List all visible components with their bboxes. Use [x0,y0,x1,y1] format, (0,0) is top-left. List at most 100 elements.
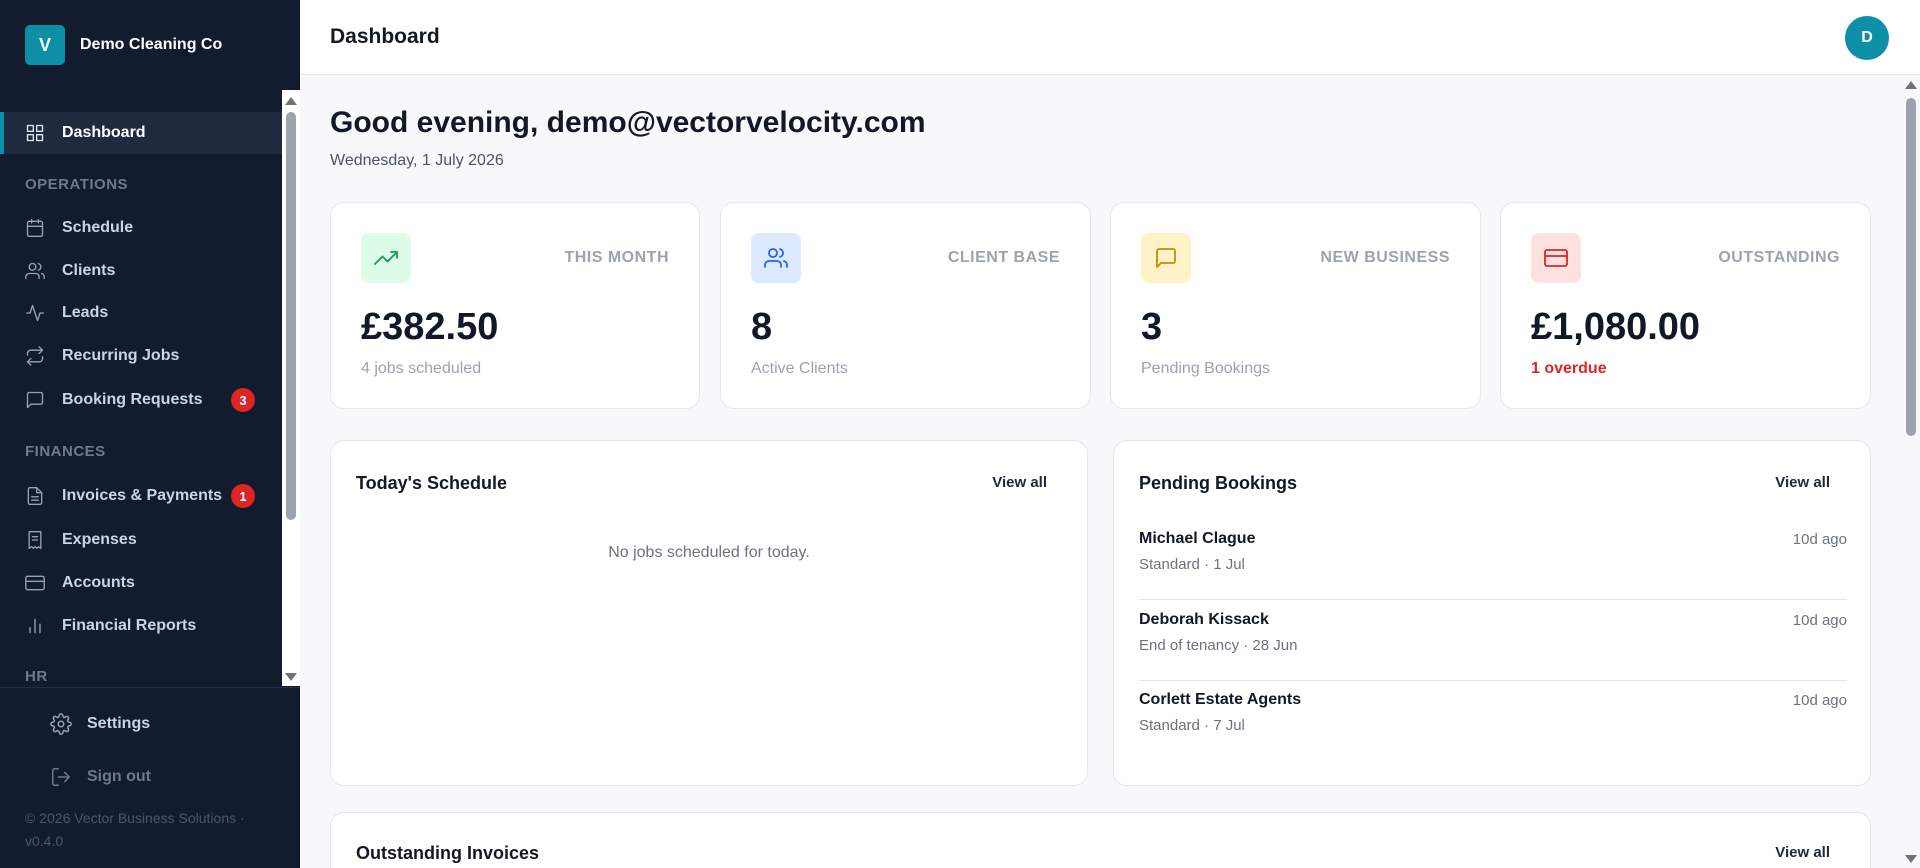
stat-sub: Pending Bookings [1141,360,1270,377]
credit-card-icon [25,575,45,591]
stat-value: £382.50 [361,306,499,348]
message-icon [26,391,44,409]
stat-value: 3 [1141,306,1163,348]
booking-name: Deborah Kissack [1139,611,1269,628]
todays-schedule-panel: Today's Schedule View all No jobs schedu… [330,440,1088,786]
sidebar-item-label: Recurring Jobs [62,347,180,364]
brand-name: Demo Cleaning Co [80,36,223,53]
settings-link[interactable]: Settings [50,713,150,735]
sidebar-item-invoices[interactable]: Invoices & Payments 1 [0,475,282,517]
sidebar-item-recurring-jobs[interactable]: Recurring Jobs [0,335,282,377]
section-finances: FINANCES [25,443,106,460]
sidebar-item-label: Booking Requests [62,391,203,408]
stat-value: 8 [751,306,773,348]
scroll-down-arrow-icon[interactable] [285,673,297,681]
greeting: Good evening, demo@vectorvelocity.com [330,106,926,139]
sidebar-item-label: Leads [62,304,109,321]
stat-sub-overdue: 1 overdue [1531,360,1607,377]
scroll-up-arrow-icon[interactable] [1905,81,1917,89]
stat-value: £1,080.00 [1531,306,1701,348]
view-all-link[interactable]: View all [1775,474,1830,491]
sidebar-item-leads[interactable]: Leads [0,292,282,334]
stat-card-client-base[interactable]: CLIENT BASE 8 Active Clients [720,202,1091,409]
credit-card-icon [1531,233,1581,283]
sidebar: V Demo Cleaning Co Dashboard OPERATIONS … [0,0,300,868]
users-icon [25,262,45,280]
grid-icon [26,124,44,142]
sidebar-item-clients[interactable]: Clients [0,250,282,292]
stat-label: CLIENT BASE [947,249,1060,266]
activity-icon [26,304,44,322]
sidebar-item-booking-requests[interactable]: Booking Requests 3 [0,379,282,421]
list-item[interactable]: Corlett Estate Agents Standard · 7 Jul 1… [1139,681,1847,761]
booking-name: Corlett Estate Agents [1139,691,1302,708]
stat-label: OUTSTANDING [1718,249,1840,266]
outstanding-invoices-panel: Outstanding Invoices View all [330,812,1871,868]
stat-card-outstanding[interactable]: OUTSTANDING £1,080.00 1 overdue [1500,202,1871,409]
invoices-badge: 1 [231,484,255,508]
booking-details: Standard · 7 Jul [1139,717,1245,734]
trending-up-icon [361,233,411,283]
sign-out-link[interactable]: Sign out [50,766,151,788]
sidebar-item-financial-reports[interactable]: Financial Reports [0,605,282,647]
view-all-link[interactable]: View all [992,474,1047,491]
booking-name: Michael Clague [1139,530,1256,547]
list-item[interactable]: Deborah Kissack End of tenancy · 28 Jun … [1139,601,1847,681]
booking-details: End of tenancy · 28 Jun [1139,637,1298,654]
sidebar-item-label: Accounts [62,574,135,591]
log-out-icon [52,768,70,786]
sidebar-item-label: Invoices & Payments [62,487,223,504]
sidebar-item-label: Dashboard [62,124,146,141]
bar-chart-icon [29,618,41,634]
copyright: © 2026 Vector Business Solutions · v0.4.… [25,810,245,849]
receipt-icon [28,531,42,549]
panel-title: Pending Bookings [1139,473,1298,493]
booking-time: 10d ago [1792,531,1847,548]
settings-label: Settings [87,715,151,732]
main-scroll-thumb[interactable] [1906,98,1916,436]
stat-card-new-business[interactable]: NEW BUSINESS 3 Pending Bookings [1110,202,1481,409]
section-operations: OPERATIONS [25,176,129,193]
file-text-icon [27,487,43,505]
sidebar-scroll-thumb[interactable] [286,112,296,520]
sidebar-footer: Settings Sign out © 2026 Vector Business… [0,687,300,868]
stat-label: NEW BUSINESS [1320,249,1450,266]
sidebar-item-schedule[interactable]: Schedule [0,207,282,249]
stat-card-this-month[interactable]: THIS MONTH £382.50 4 jobs scheduled [330,202,700,409]
page-title: Dashboard [330,25,440,48]
section-hr: HR [25,668,48,685]
stat-sub: 4 jobs scheduled [361,360,482,377]
current-date: Wednesday, 1 July 2026 [330,152,504,169]
panel-title: Today's Schedule [356,473,507,493]
gear-icon [50,713,72,735]
avatar[interactable]: D [1845,16,1889,60]
stat-label: THIS MONTH [564,249,669,266]
users-icon [751,233,801,283]
empty-state: No jobs scheduled for today. [608,544,810,561]
scroll-down-arrow-icon[interactable] [1905,855,1917,863]
stat-sub: Active Clients [751,360,848,377]
message-icon [1141,233,1191,283]
sidebar-item-accounts[interactable]: Accounts [0,562,282,604]
sidebar-item-expenses[interactable]: Expenses [0,519,282,561]
top-bar: Dashboard D [300,0,1920,75]
sign-out-label: Sign out [87,768,151,785]
booking-time: 10d ago [1792,612,1847,629]
booking-time: 10d ago [1792,692,1847,709]
sidebar-item-label: Financial Reports [62,617,197,634]
brand[interactable]: V Demo Cleaning Co [0,0,300,90]
brand-logo: V [25,25,65,65]
sidebar-item-label: Schedule [62,219,134,236]
calendar-icon [26,219,44,237]
list-item[interactable]: Michael Clague Standard · 1 Jul 10d ago [1139,520,1847,600]
sidebar-nav: Dashboard OPERATIONS Schedule Clients Le… [0,90,300,686]
view-all-link[interactable]: View all [1775,844,1830,861]
pending-bookings-panel: Pending Bookings View all Michael Clague… [1113,440,1871,786]
repeat-icon [26,346,44,366]
scroll-up-arrow-icon[interactable] [285,97,297,105]
booking-requests-badge: 3 [231,388,255,412]
panel-title: Outstanding Invoices [356,843,540,863]
sidebar-item-dashboard[interactable]: Dashboard [0,112,282,154]
sidebar-item-label: Clients [62,262,116,279]
booking-details: Standard · 1 Jul [1139,556,1245,573]
